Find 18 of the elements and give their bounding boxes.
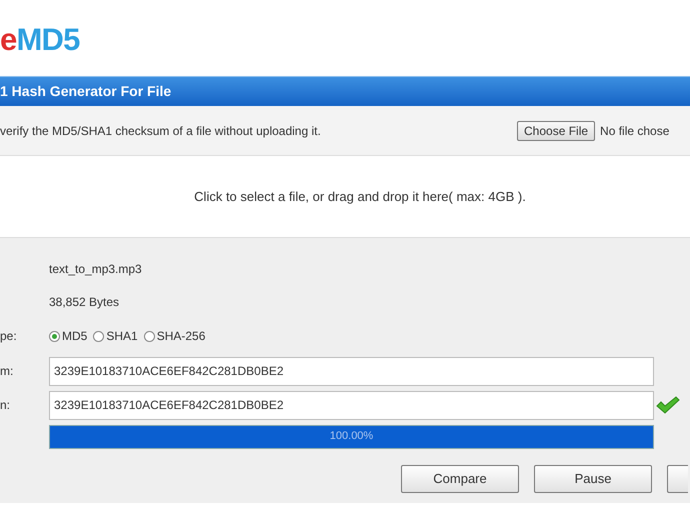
action-button[interactable]: Pause [534,465,652,493]
hash-type-radio[interactable]: SHA1 [93,327,138,345]
logo: eMD5 [0,24,80,54]
file-size-text: 38,852 Bytes [49,294,120,310]
progress-text: 100.00% [328,429,374,444]
intro-text: verify the MD5/SHA1 checksum of a file without uploading it. [0,122,321,140]
hash-type-radio[interactable]: MD5 [49,327,88,345]
file-status-text: No file chose [600,122,670,140]
hash-field[interactable]: 3239E10183710ACE6EF842C281DB0BE2 [49,356,654,386]
hash-label: m: [0,364,14,378]
section-header: 1 Hash Generator For File [0,76,690,106]
action-button[interactable]: Compare [401,465,519,493]
hash-type-label: pe: [0,329,17,343]
file-name-text: text_to_mp3.mp3 [49,260,142,278]
choose-file-button[interactable]: Choose File [517,120,596,140]
hash-field[interactable]: 3239E10183710ACE6EF842C281DB0BE2 [49,390,654,420]
hash-type-radio[interactable]: SHA-256 [144,327,206,345]
hash-label: n: [0,398,10,412]
